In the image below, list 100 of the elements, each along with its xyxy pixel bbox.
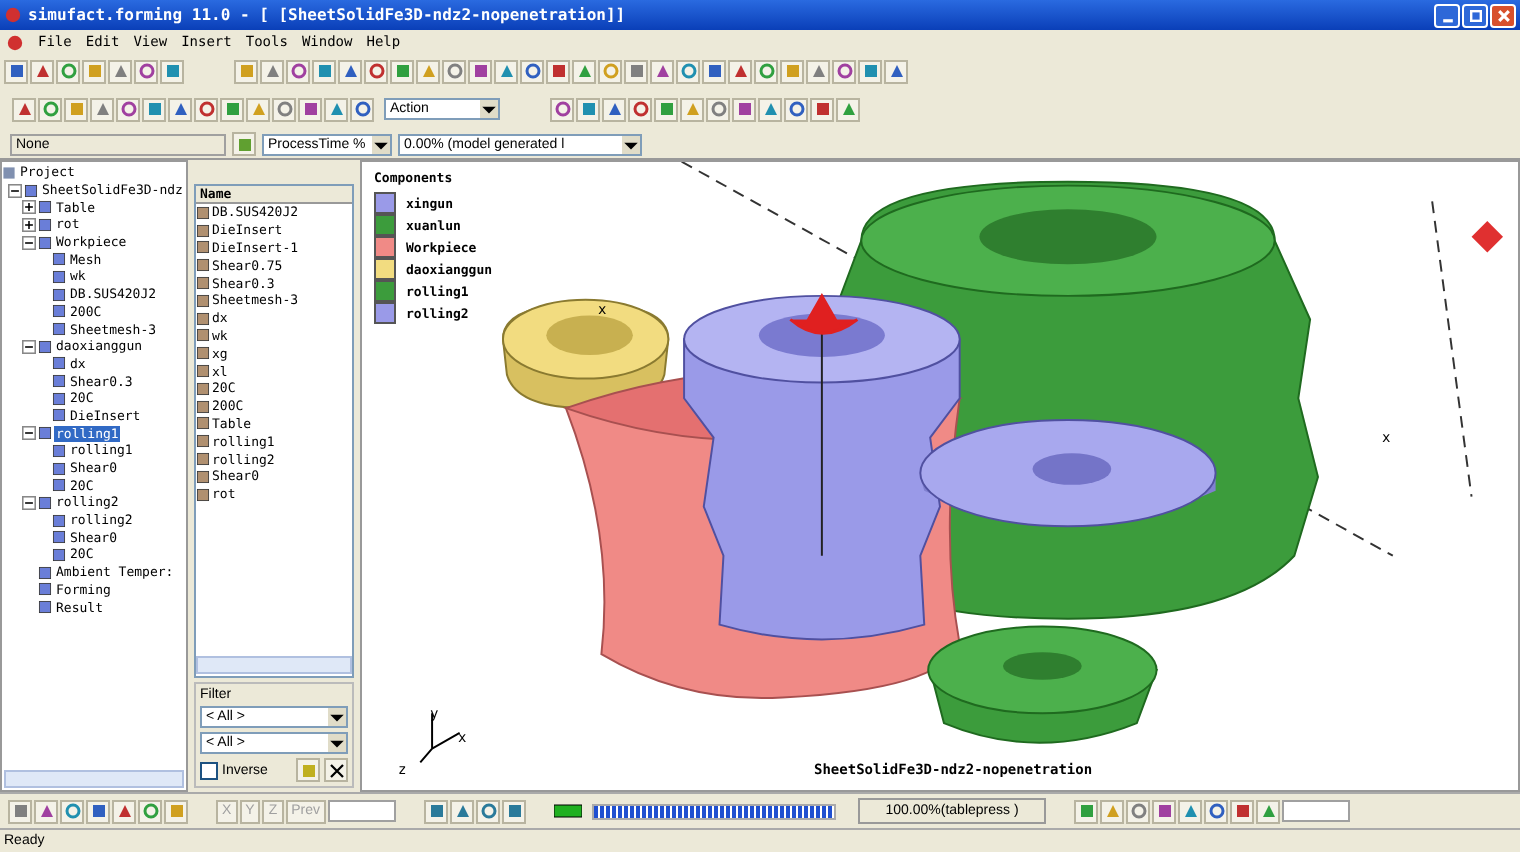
toolbar-button[interactable] (884, 59, 908, 83)
toolbar-button[interactable] (8, 799, 32, 823)
collapse-icon[interactable] (8, 183, 22, 198)
toolbar-button[interactable] (1256, 799, 1281, 823)
toolbar-button[interactable] (494, 59, 518, 83)
toolbar-button[interactable] (476, 799, 501, 823)
toolbar-button[interactable] (138, 799, 162, 823)
toolbar-button[interactable] (758, 97, 782, 121)
toolbar-button[interactable] (806, 59, 830, 83)
toolbar-button[interactable] (550, 97, 574, 121)
toolbar-button[interactable] (38, 97, 62, 121)
coordinate-field[interactable] (328, 800, 397, 822)
toolbar-button[interactable] (350, 97, 374, 121)
toolbar-button[interactable] (732, 97, 756, 121)
window-title: simufact.forming 11.0 - [ [SheetSolidFe3D-ndz2-nopenetration]] (28, 6, 626, 24)
toolbar-button[interactable] (298, 97, 322, 121)
dropdown-arrow-icon (328, 708, 346, 726)
dropdown-arrow-icon (328, 734, 346, 752)
toolbar-button[interactable] (754, 59, 778, 83)
toolbar-button[interactable] (1204, 799, 1229, 823)
close-icon (327, 761, 345, 779)
toolbar-button[interactable] (1074, 799, 1099, 823)
toolbar-button[interactable] (1152, 799, 1177, 823)
toolbar-button[interactable] (312, 59, 336, 83)
toolbar-button[interactable] (56, 59, 80, 83)
node-icon (38, 600, 52, 615)
toolbar-button[interactable] (832, 59, 856, 83)
toolbar-button[interactable] (602, 97, 626, 121)
collapse-icon[interactable] (22, 235, 36, 250)
close-icon (1495, 7, 1511, 23)
toolbar-button[interactable] (194, 97, 218, 121)
3d-assembly-drawing[interactable] (501, 162, 1473, 744)
toolbar-button[interactable] (12, 97, 36, 121)
inverse-checkbox[interactable] (200, 761, 218, 779)
axis-triad-icon (419, 712, 461, 764)
toolbar-button[interactable] (1230, 799, 1255, 823)
toolbar-button[interactable] (702, 59, 726, 83)
toolbar-button[interactable] (810, 97, 834, 121)
toolbar-button[interactable] (108, 59, 132, 83)
toolbar-button[interactable] (134, 59, 158, 83)
toolbar-button[interactable] (546, 59, 570, 83)
toolbar-button[interactable] (576, 97, 600, 121)
close-button[interactable] (1490, 3, 1516, 27)
collapse-icon[interactable] (22, 426, 36, 441)
toolbar-button[interactable] (442, 59, 466, 83)
toolbar-button[interactable] (676, 59, 700, 83)
toolbar-button[interactable] (260, 59, 284, 83)
toolbar-button[interactable] (728, 59, 752, 83)
toolbar-button[interactable] (390, 59, 414, 83)
maximize-icon (1467, 7, 1483, 23)
collapse-icon[interactable] (22, 339, 36, 354)
toolbar-button[interactable] (364, 59, 388, 83)
toolbar-button[interactable] (116, 97, 140, 121)
progress-icon (554, 802, 583, 820)
minimize-button[interactable] (1434, 3, 1460, 27)
toolbar-button[interactable] (858, 59, 882, 83)
dropdown-arrow-icon (480, 100, 498, 118)
toolbar-button[interactable] (468, 59, 492, 83)
toolbar-button[interactable] (650, 59, 674, 83)
toolbar-button[interactable] (338, 59, 362, 83)
step-field[interactable] (1282, 800, 1351, 822)
toolbar-button[interactable] (520, 59, 544, 83)
tool-icon (299, 761, 317, 779)
origin-marker-icon (1471, 221, 1504, 253)
expand-icon[interactable] (22, 200, 36, 215)
toolbar-button[interactable] (220, 97, 244, 121)
clear-button[interactable] (324, 758, 348, 782)
toolbar-button[interactable] (424, 799, 449, 823)
toolbar-button[interactable] (168, 97, 192, 121)
toolbar-button[interactable] (34, 799, 58, 823)
dropdown-arrow-icon (622, 135, 640, 153)
toolbar-button[interactable] (86, 799, 110, 823)
expand-icon[interactable] (22, 217, 36, 232)
toolbar-button[interactable] (1126, 799, 1151, 823)
toolbar-button[interactable] (232, 132, 256, 156)
toolbar-button[interactable] (654, 97, 678, 121)
toolbar-button[interactable] (706, 97, 730, 121)
scrollbar[interactable] (4, 770, 184, 788)
toolbar-button[interactable] (572, 59, 596, 83)
toolbar-button[interactable] (502, 799, 527, 823)
toolbar-button[interactable] (784, 97, 808, 121)
dropdown-arrow-icon (372, 135, 390, 153)
toolbar-button[interactable] (286, 59, 310, 83)
scrollbar[interactable] (196, 656, 352, 674)
toolbar-button[interactable] (450, 799, 475, 823)
toolbar-button[interactable] (142, 97, 166, 121)
toolbar-button[interactable] (324, 97, 348, 121)
toolbar-button[interactable] (160, 59, 184, 83)
collapse-icon[interactable] (22, 495, 36, 510)
toolbar-button[interactable] (272, 97, 296, 121)
toolbar-button[interactable] (628, 97, 652, 121)
toolbar-button[interactable] (836, 97, 860, 121)
toolbar-button[interactable] (624, 59, 648, 83)
toolbar-button[interactable] (60, 799, 84, 823)
toolbar-button[interactable] (1178, 799, 1203, 823)
toolbar-button[interactable] (112, 799, 136, 823)
maximize-button[interactable] (1462, 3, 1488, 27)
toolbar-button[interactable] (4, 59, 28, 83)
toolbar-button[interactable] (30, 59, 54, 83)
toolbar-button[interactable] (90, 97, 114, 121)
